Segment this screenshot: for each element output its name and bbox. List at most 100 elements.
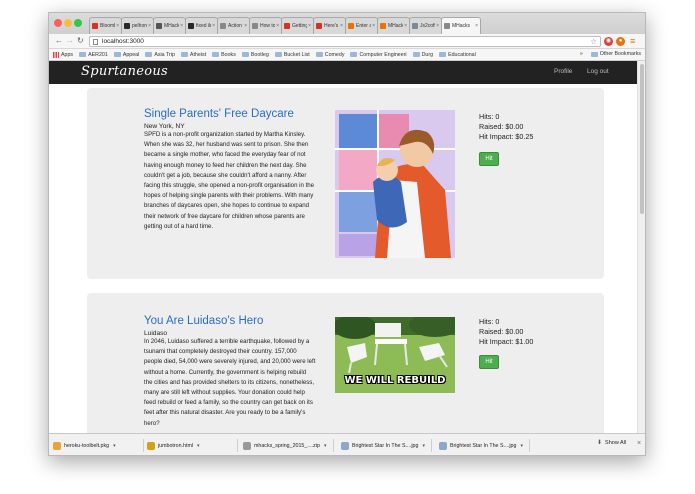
bookmark-folder[interactable]: Bootleg (241, 52, 269, 58)
download-item[interactable]: heroku-toolbelt.pkg ▾ (53, 439, 116, 453)
download-filename: jumbotron.html (158, 443, 194, 449)
bookmark-star-icon[interactable]: ☆ (590, 37, 597, 46)
other-bookmarks[interactable]: » Other Bookmarks (580, 51, 641, 57)
hits-count: Hits: 0 (479, 317, 500, 326)
tab-close-icon[interactable]: × (180, 23, 183, 29)
bookmark-folder[interactable]: Appeal (113, 52, 139, 58)
tab-close-icon[interactable]: × (116, 23, 119, 29)
browser-tab[interactable]: pelhong× (121, 17, 154, 34)
parent-child-illustration (335, 110, 455, 258)
reload-icon[interactable]: ↻ (77, 36, 84, 46)
tab-close-icon[interactable]: × (308, 23, 311, 29)
browser-tab[interactable]: Getting × (281, 17, 314, 34)
forward-arrow-icon[interactable]: → (66, 36, 74, 46)
menu-icon[interactable]: ≡ (630, 36, 635, 46)
page-scrollbar[interactable] (637, 61, 645, 433)
tab-close-icon[interactable]: × (372, 23, 375, 29)
campaign-title[interactable]: Single Parents' Free Daycare (144, 108, 294, 120)
download-item[interactable]: mhacks_spring_2015_....zip ▾ (243, 439, 326, 453)
tab-label: MHacks (388, 23, 403, 29)
bookmark-label: Computer Engineeri (359, 51, 407, 58)
tab-label: Action C (228, 23, 243, 29)
browser-tab[interactable]: Here's I× (313, 17, 346, 34)
folder-icon (350, 52, 358, 57)
bookmark-label: Durg (421, 51, 434, 58)
hit-button[interactable]: Hit (479, 355, 499, 369)
bookmarks-bar: Apps AER201 Appeal Asia Trip Atheist Books Bo… (49, 49, 645, 61)
tab-label: MHacks (164, 23, 179, 29)
chevron-down-icon[interactable]: ▾ (113, 443, 116, 449)
tab-close-icon[interactable]: × (212, 23, 215, 29)
browser-tab[interactable]: fixed ilm× (185, 17, 218, 34)
browser-window: Bloomb×pelhong×MHacks×fixed ilm×Action C… (48, 12, 646, 456)
campaign-description: In 2046, Luidaso suffered a terrible ear… (144, 338, 316, 427)
tab-close-icon[interactable]: × (276, 23, 279, 29)
close-window-button[interactable] (54, 19, 62, 27)
browser-tab[interactable]: MHacks× (153, 17, 186, 34)
bookmark-label: Books (221, 51, 236, 58)
tab-close-icon[interactable]: × (475, 23, 478, 29)
bookmarks-overflow-chevron[interactable]: » (580, 51, 583, 57)
address-bar[interactable]: localhost:3000 ☆ (89, 36, 601, 47)
campaign-title[interactable]: You Are Luidaso's Hero (144, 315, 263, 327)
tab-close-icon[interactable]: × (340, 23, 343, 29)
tab-label: Js2coffe (420, 23, 435, 29)
tab-close-icon[interactable]: × (404, 23, 407, 29)
tab-favicon-icon (92, 23, 98, 29)
bookmark-label: Educational (448, 51, 476, 58)
bookmark-folder[interactable]: Atheist (180, 52, 206, 58)
file-icon (341, 442, 349, 450)
browser-tab[interactable]: Js2coffe× (409, 17, 442, 34)
zoom-window-button[interactable] (74, 19, 82, 27)
tab-close-icon[interactable]: × (244, 23, 247, 29)
chevron-down-icon[interactable]: ▾ (197, 443, 200, 449)
tab-close-icon[interactable]: × (148, 23, 151, 29)
raised-amount: Raised: $0.00 (479, 122, 524, 131)
browser-tab[interactable]: Bloomb× (89, 17, 122, 34)
download-item[interactable]: Brightest Star In The S....jpg ▾ (439, 439, 523, 453)
download-filename: Brightest Star In The S....jpg (352, 443, 419, 449)
tab-favicon-icon (412, 23, 418, 29)
back-arrow-icon[interactable]: ← (55, 36, 63, 46)
bookmark-folder[interactable]: Books (212, 52, 236, 58)
extension-icon[interactable]: ◉ (604, 37, 613, 46)
tab-close-icon[interactable]: × (436, 23, 439, 29)
chevron-down-icon[interactable]: ▾ (422, 443, 425, 449)
site-brand[interactable]: Spurtaneous (81, 64, 168, 79)
chevron-down-icon[interactable]: ▾ (520, 443, 523, 449)
browser-tab[interactable]: MHacks× (441, 17, 481, 34)
download-arrow-icon: ⬇ (597, 440, 603, 446)
extension-icon[interactable]: ● (616, 37, 625, 46)
close-shelf-icon[interactable]: × (637, 440, 641, 447)
bookmark-folder[interactable]: Durg (412, 51, 434, 58)
chevron-down-icon[interactable]: ▾ (324, 443, 327, 449)
tab-label: Here's I (324, 23, 339, 29)
bookmark-folder[interactable]: AER201 (79, 52, 108, 58)
bookmark-folder[interactable]: Computer Engineeri (350, 51, 407, 58)
download-item[interactable]: jumbotron.html ▾ (147, 439, 200, 453)
nav-logout-link[interactable]: Log out (587, 68, 609, 75)
download-item[interactable]: Brightest Star In The S....jpg ▾ (341, 439, 425, 453)
bookmark-folder[interactable]: Bucket List (274, 52, 310, 58)
tab-favicon-icon (188, 23, 194, 29)
bookmark-label: Asia Trip (154, 51, 175, 58)
tab-label: pelhong (132, 23, 148, 29)
campaign-location: New York, NY (144, 123, 185, 130)
browser-tab[interactable]: How to × (249, 17, 282, 34)
browser-tab[interactable]: Enter a I× (345, 17, 378, 34)
bookmark-apps[interactable]: Apps (53, 51, 73, 58)
scrollbar-thumb[interactable] (640, 64, 644, 214)
browser-tab[interactable]: Action C× (217, 17, 250, 34)
bookmark-folder[interactable]: Educational (439, 52, 476, 58)
browser-tab[interactable]: MHacks× (377, 17, 410, 34)
divider (333, 439, 334, 452)
tab-favicon-icon (316, 23, 322, 29)
bookmark-label: AER201 (88, 51, 108, 58)
show-all-downloads-button[interactable]: ⬇ Show All (597, 439, 626, 447)
minimize-window-button[interactable] (64, 19, 72, 27)
nav-profile-link[interactable]: Profile (554, 68, 572, 75)
hit-button[interactable]: Hit (479, 152, 499, 166)
bookmark-folder[interactable]: Asia Trip (145, 52, 175, 58)
bookmark-folder[interactable]: Comedy (315, 52, 344, 58)
url-text[interactable]: localhost:3000 (102, 38, 144, 46)
